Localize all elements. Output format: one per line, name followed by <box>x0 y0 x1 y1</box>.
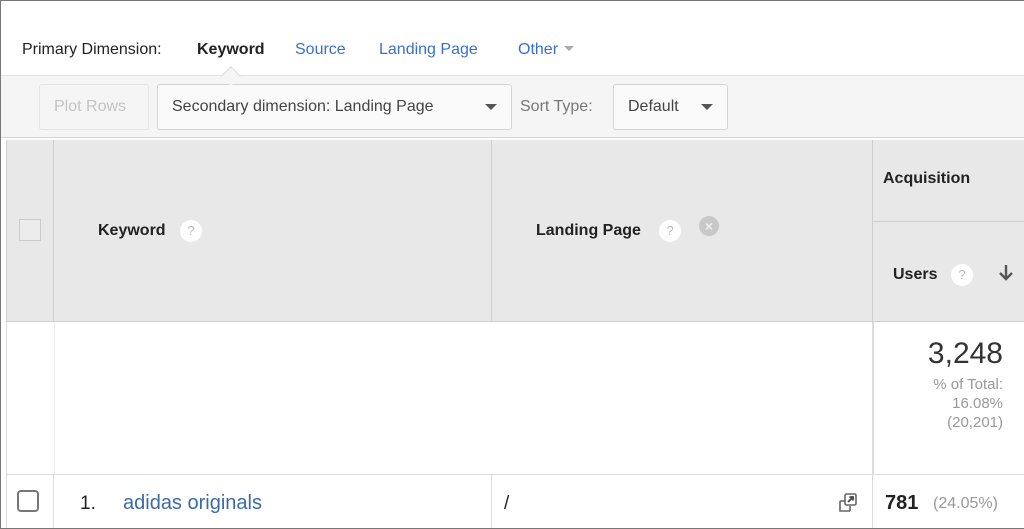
remove-secondary-dimension-icon[interactable]: × <box>699 216 719 236</box>
plot-rows-label: Plot Rows <box>54 98 127 115</box>
totals-users-percent: % of Total: 16.08% (20,201) <box>933 375 1003 432</box>
totals-users-value: 3,248 <box>927 337 1003 370</box>
row-checkbox[interactable] <box>17 490 39 512</box>
primary-dimension-label: Primary Dimension: <box>22 41 162 58</box>
users-percent: (24.05%) <box>933 495 998 512</box>
report-table-panel: Primary Dimension: Keyword Source Landin… <box>0 0 1024 529</box>
plot-rows-button[interactable]: Plot Rows <box>39 84 149 130</box>
chevron-down-icon <box>564 46 575 52</box>
sort-descending-arrow-icon[interactable] <box>996 262 1016 284</box>
primary-dimension-landing-page[interactable]: Landing Page <box>379 41 478 59</box>
sort-type-dropdown[interactable]: Default <box>613 84 728 130</box>
totals-row-checkbox-cell <box>6 322 54 475</box>
select-all-checkbox[interactable] <box>19 219 41 241</box>
keyword-link[interactable]: adidas originals <box>123 492 262 515</box>
primary-dimension-other[interactable]: Other <box>518 41 575 59</box>
row-index: 1. <box>80 493 96 514</box>
dropdown-caret-icon <box>701 104 713 110</box>
primary-dimension-bar: Primary Dimension: Keyword Source Landin… <box>1 1 1024 76</box>
sort-type-value: Default <box>628 98 679 115</box>
primary-dimension-keyword[interactable]: Keyword <box>197 41 265 59</box>
keyword-cell <box>54 475 492 528</box>
keyword-header-title: Keyword <box>98 222 166 239</box>
help-icon[interactable]: ? <box>951 264 973 286</box>
sort-type-label: Sort Type: <box>520 98 593 115</box>
percent-of-total-label: % of Total: <box>933 376 1003 393</box>
site-total-value: (20,201) <box>947 414 1003 431</box>
primary-dimension-source[interactable]: Source <box>295 41 346 59</box>
dropdown-caret-icon <box>485 104 497 110</box>
secondary-dimension-label: Secondary dimension: Landing Page <box>172 98 434 115</box>
totals-row-label-cell <box>54 322 873 475</box>
users-value: 781 <box>885 492 919 514</box>
secondary-dimension-dropdown[interactable]: Secondary dimension: Landing Page <box>157 84 512 130</box>
landing-page-value: / <box>504 493 510 514</box>
open-external-link-icon[interactable] <box>837 492 859 514</box>
landing-page-cell <box>492 475 873 528</box>
help-icon[interactable]: ? <box>180 220 202 242</box>
percent-of-total-value: 16.08% <box>952 395 1003 412</box>
acquisition-header-title: Acquisition <box>883 170 971 187</box>
other-label: Other <box>518 41 559 58</box>
table-toolbar: Plot Rows Secondary dimension: Landing P… <box>1 76 1024 138</box>
help-icon[interactable]: ? <box>659 220 681 242</box>
users-header-title: Users <box>893 266 938 283</box>
landing-page-header-title: Landing Page <box>536 222 641 239</box>
